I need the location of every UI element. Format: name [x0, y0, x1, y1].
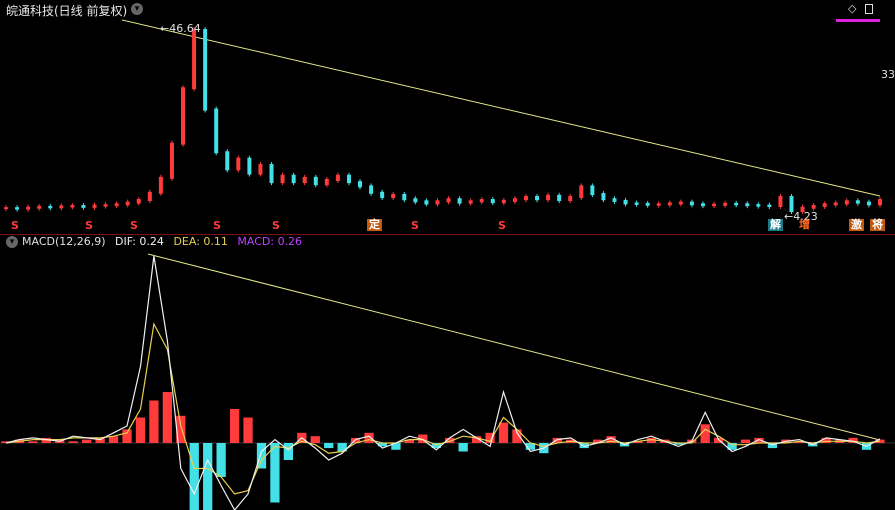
macd-bar	[458, 443, 468, 452]
macd-bar	[270, 443, 280, 503]
macd-trend-line	[147, 253, 881, 441]
macd-bar	[135, 417, 146, 443]
macd-bar	[162, 392, 172, 443]
dif-line	[5, 255, 881, 510]
macd-bar	[256, 443, 267, 469]
macd-bar	[283, 443, 294, 460]
macd-bar	[108, 436, 119, 443]
macd-bar	[149, 400, 159, 443]
macd-bar	[324, 443, 334, 449]
macd-bar	[243, 417, 253, 443]
macd-bar	[189, 443, 199, 510]
macd-bar	[216, 443, 226, 477]
macd-bar	[364, 432, 374, 443]
macd-bar	[310, 436, 320, 443]
macd-bar	[122, 429, 132, 443]
macd-bar	[740, 439, 751, 443]
macd-bar	[28, 441, 38, 443]
macd-bar	[203, 443, 213, 510]
macd-chart[interactable]	[0, 0, 895, 510]
macd-bar	[82, 439, 92, 443]
dea-line	[5, 322, 881, 495]
macd-bar	[229, 409, 240, 443]
macd-bar	[498, 422, 509, 443]
macd-bar	[700, 424, 710, 443]
macd-bar	[68, 441, 78, 443]
